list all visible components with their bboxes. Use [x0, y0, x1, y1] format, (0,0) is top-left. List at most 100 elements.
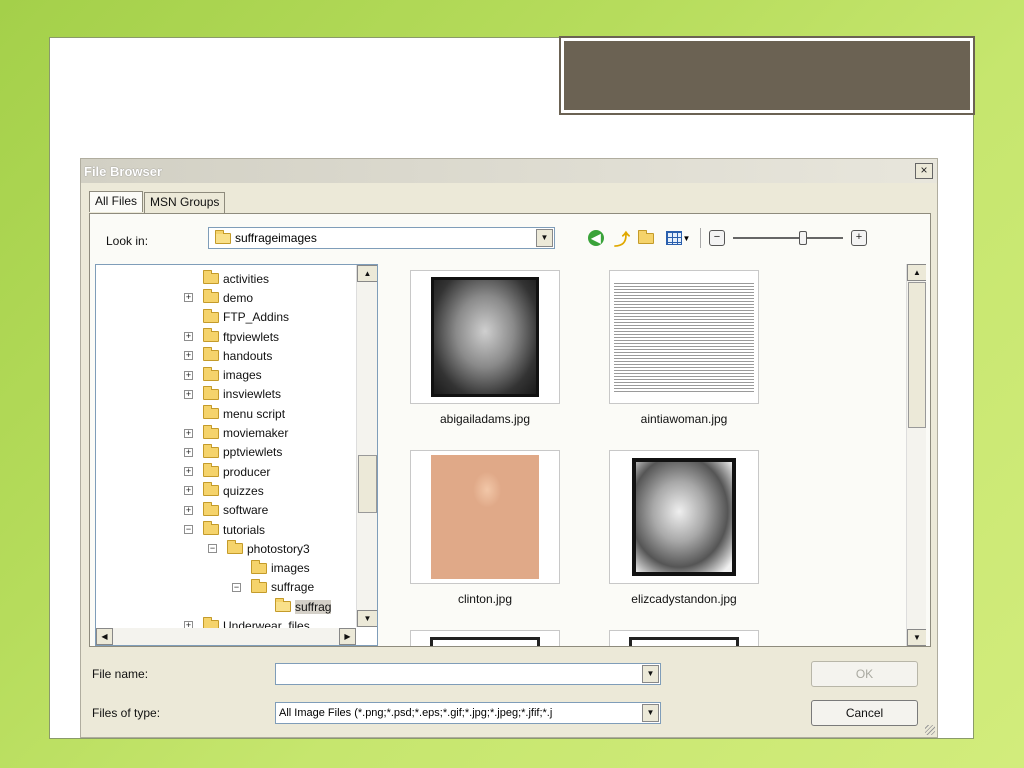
tree-item[interactable]: images: [96, 558, 356, 577]
zoom-in-button[interactable]: +: [851, 230, 867, 246]
tree-item[interactable]: suffrag: [96, 597, 356, 616]
chevron-down-icon[interactable]: ▼: [642, 665, 659, 683]
scroll-right-button[interactable]: ▶: [339, 628, 356, 645]
views-button[interactable]: ▼: [664, 228, 692, 248]
look-in-dropdown[interactable]: suffrageimages ▼: [208, 227, 555, 249]
files-scroll-thumb[interactable]: [908, 282, 926, 428]
folder-icon: [203, 424, 219, 439]
file-thumbnail-partial[interactable]: [609, 630, 759, 646]
tree-item-label: pptviewlets: [223, 445, 283, 460]
thumbnail-frame: [410, 450, 560, 584]
back-button[interactable]: ◀: [586, 228, 606, 248]
scroll-up-button[interactable]: ▲: [357, 265, 377, 282]
tree-item[interactable]: + images: [96, 365, 356, 384]
file-thumbnail[interactable]: aintiawoman.jpg: [609, 270, 759, 430]
tree-item[interactable]: − suffrage: [96, 578, 356, 597]
tree-item[interactable]: activities: [96, 269, 356, 288]
zoom-slider[interactable]: [733, 231, 843, 245]
look-in-label: Look in:: [106, 234, 149, 248]
tree-item[interactable]: + quizzes: [96, 481, 356, 500]
file-name-label: abigailadams.jpg: [439, 412, 531, 426]
thumbnail-frame: [410, 270, 560, 404]
tree-item[interactable]: + moviemaker: [96, 423, 356, 442]
scroll-left-button[interactable]: ◀: [96, 628, 113, 645]
tab-msn-groups[interactable]: MSN Groups: [144, 192, 226, 213]
scroll-up-button[interactable]: ▲: [907, 264, 926, 281]
collapse-icon[interactable]: −: [184, 525, 193, 534]
expand-icon[interactable]: +: [184, 467, 193, 477]
expand-icon[interactable]: +: [184, 370, 193, 380]
tree-item-label: handouts: [223, 348, 273, 363]
tree-item-label: photostory3: [247, 541, 310, 556]
tree-item[interactable]: menu script: [96, 404, 356, 423]
expand-icon[interactable]: +: [184, 332, 193, 342]
folder-icon: [203, 328, 219, 343]
file-thumbnail[interactable]: elizcadystandon.jpg: [609, 450, 759, 610]
expand-icon[interactable]: +: [184, 447, 193, 457]
browser-toolbar: ◀ ⤴ ▼ − +: [586, 226, 867, 250]
tree-item-label: images: [223, 368, 262, 383]
tree-item[interactable]: − tutorials: [96, 520, 356, 539]
tree-scroll-thumb[interactable]: [358, 455, 377, 513]
file-type-select[interactable]: All Image Files (*.png;*.psd;*.eps;*.gif…: [275, 702, 661, 724]
up-folder-button[interactable]: ⤴: [612, 228, 632, 249]
folder-icon: [215, 229, 231, 244]
tab-panel: Look in: suffrageimages ▼ ◀ ⤴ ▼ − + acti…: [89, 213, 931, 647]
zoom-track-line: [733, 237, 843, 239]
files-vertical-scrollbar[interactable]: ▲ ▼: [906, 264, 926, 646]
tree-horizontal-scrollbar[interactable]: ◀ ▶: [96, 628, 356, 645]
folder-tree: activities + demo FTP_Addins + ftpviewlets + ha…: [95, 264, 378, 646]
folder-icon: [275, 598, 291, 613]
slide-title-box: [559, 36, 975, 115]
file-thumbnail[interactable]: clinton.jpg: [410, 450, 560, 610]
collapse-icon[interactable]: −: [208, 544, 217, 554]
expand-icon[interactable]: +: [184, 389, 193, 399]
chevron-down-icon[interactable]: ▼: [536, 229, 553, 247]
tree-item[interactable]: FTP_Addins: [96, 308, 356, 327]
expand-icon[interactable]: +: [184, 351, 193, 361]
zoom-slider-thumb[interactable]: [799, 231, 808, 245]
file-thumbnail-area: abigailadams.jpg aintiawoman.jpg clinton…: [386, 264, 926, 646]
file-name-input[interactable]: ▼: [275, 663, 661, 685]
zoom-out-button[interactable]: −: [709, 230, 725, 246]
toolbar-separator: [700, 228, 701, 248]
ok-button[interactable]: OK: [811, 661, 918, 687]
scroll-down-button[interactable]: ▼: [907, 629, 926, 646]
tree-item[interactable]: + ftpviewlets: [96, 327, 356, 346]
tree-item-label: quizzes: [223, 483, 264, 498]
tree-item-label: FTP_Addins: [223, 310, 290, 325]
color-portrait-image: [431, 455, 539, 579]
tree-item[interactable]: + pptviewlets: [96, 443, 356, 462]
tab-all-files[interactable]: All Files: [89, 191, 144, 212]
chevron-down-icon[interactable]: ▼: [642, 704, 659, 722]
collapse-icon[interactable]: −: [232, 582, 241, 592]
file-type-value: All Image Files (*.png;*.psd;*.eps;*.gif…: [279, 707, 553, 719]
tree-item[interactable]: + insviewlets: [96, 385, 356, 404]
tree-item[interactable]: + producer: [96, 462, 356, 481]
tree-item[interactable]: − photostory3: [96, 539, 356, 558]
folder-icon: [203, 501, 219, 516]
expand-icon[interactable]: +: [184, 486, 193, 496]
expand-icon[interactable]: +: [184, 293, 193, 303]
file-thumbnail[interactable]: abigailadams.jpg: [410, 270, 560, 430]
tree-item-label: insviewlets: [223, 387, 282, 402]
tree-vertical-scrollbar[interactable]: ▲ ▼: [356, 265, 377, 627]
dialog-titlebar[interactable]: File Browser ×: [81, 159, 937, 183]
file-thumbnail-partial[interactable]: [410, 630, 560, 646]
expand-icon[interactable]: +: [184, 428, 193, 438]
scroll-down-button[interactable]: ▼: [357, 610, 377, 627]
tree-item[interactable]: + handouts: [96, 346, 356, 365]
dialog-title: File Browser: [84, 163, 163, 179]
expand-icon[interactable]: +: [184, 505, 193, 515]
folder-icon: [203, 385, 219, 400]
file-name-label: clinton.jpg: [457, 592, 513, 606]
tree-item-label: suffrage: [271, 580, 315, 595]
tree-item-label: images: [271, 561, 310, 576]
tree-item-label: software: [223, 503, 269, 518]
cancel-button[interactable]: Cancel: [811, 700, 918, 726]
resize-grip-icon[interactable]: [925, 725, 935, 735]
new-folder-button[interactable]: [638, 228, 658, 248]
close-button[interactable]: ×: [915, 163, 933, 179]
tree-item[interactable]: + software: [96, 501, 356, 520]
tree-item[interactable]: + demo: [96, 288, 356, 307]
